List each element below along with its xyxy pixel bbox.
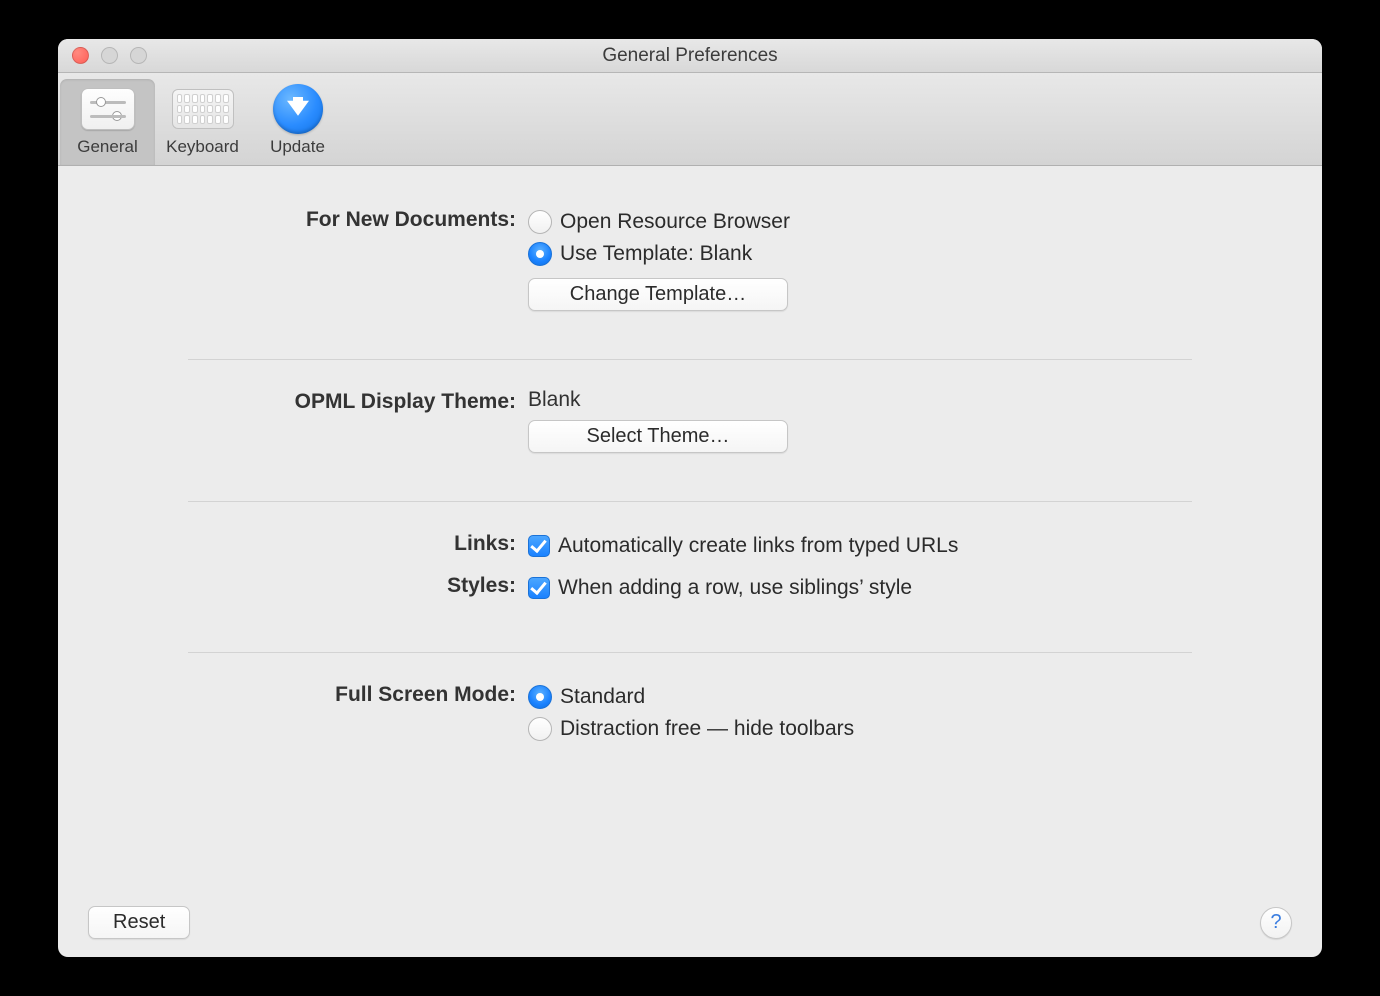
- checkbox-icon: [528, 535, 550, 557]
- opml-theme-value: Blank: [528, 388, 1192, 412]
- checkbox-label: Automatically create links from typed UR…: [558, 534, 958, 558]
- window-title: General Preferences: [58, 45, 1322, 67]
- checkbox-icon: [528, 577, 550, 599]
- section-opml-theme: OPML Display Theme: Blank Select Theme…: [58, 388, 1322, 491]
- preferences-window: General Preferences General Keyboard Up: [58, 39, 1322, 957]
- reset-button[interactable]: Reset: [88, 906, 190, 939]
- select-theme-button[interactable]: Select Theme…: [528, 420, 788, 453]
- tab-keyboard[interactable]: Keyboard: [155, 79, 250, 165]
- preferences-toolbar: General Keyboard Update: [58, 73, 1322, 166]
- download-arrow-icon: [254, 85, 341, 133]
- label-styles: Styles:: [188, 572, 528, 598]
- section-links-styles: Links: Automatically create links from t…: [58, 530, 1322, 642]
- checkbox-siblings-style[interactable]: When adding a row, use siblings’ style: [528, 572, 1192, 604]
- content-area: For New Documents: Open Resource Browser…: [58, 166, 1322, 957]
- label-new-documents: For New Documents:: [188, 206, 528, 232]
- footer: Reset ?: [58, 906, 1322, 939]
- radio-icon: [528, 685, 552, 709]
- radio-icon: [528, 242, 552, 266]
- keyboard-icon: [159, 85, 246, 133]
- minimize-button[interactable]: [101, 47, 118, 64]
- change-template-button[interactable]: Change Template…: [528, 278, 788, 311]
- close-button[interactable]: [72, 47, 89, 64]
- radio-open-resource-browser[interactable]: Open Resource Browser: [528, 206, 1192, 238]
- label-full-screen: Full Screen Mode:: [188, 681, 528, 707]
- sliders-icon: [64, 85, 151, 133]
- zoom-button[interactable]: [130, 47, 147, 64]
- tab-label: Keyboard: [159, 137, 246, 157]
- radio-standard[interactable]: Standard: [528, 681, 1192, 713]
- tab-update[interactable]: Update: [250, 79, 345, 165]
- tab-label: General: [64, 137, 151, 157]
- radio-icon: [528, 210, 552, 234]
- section-new-documents: For New Documents: Open Resource Browser…: [58, 206, 1322, 349]
- radio-label: Open Resource Browser: [560, 210, 790, 234]
- radio-use-template[interactable]: Use Template: Blank: [528, 238, 1192, 270]
- traffic-lights: [58, 47, 147, 64]
- titlebar: General Preferences: [58, 39, 1322, 73]
- tab-general[interactable]: General: [60, 79, 155, 165]
- checkbox-auto-links[interactable]: Automatically create links from typed UR…: [528, 530, 1192, 562]
- radio-label: Use Template: Blank: [560, 242, 752, 266]
- radio-label: Standard: [560, 685, 645, 709]
- help-button[interactable]: ?: [1260, 907, 1292, 939]
- checkbox-label: When adding a row, use siblings’ style: [558, 576, 912, 600]
- label-links: Links:: [188, 530, 528, 556]
- divider: [188, 652, 1192, 653]
- radio-distraction-free[interactable]: Distraction free — hide toolbars: [528, 713, 1192, 745]
- radio-label: Distraction free — hide toolbars: [560, 717, 854, 741]
- label-opml-theme: OPML Display Theme:: [188, 388, 528, 414]
- tab-label: Update: [254, 137, 341, 157]
- divider: [188, 359, 1192, 360]
- section-full-screen: Full Screen Mode: Standard Distraction f…: [58, 681, 1322, 783]
- divider: [188, 501, 1192, 502]
- radio-icon: [528, 717, 552, 741]
